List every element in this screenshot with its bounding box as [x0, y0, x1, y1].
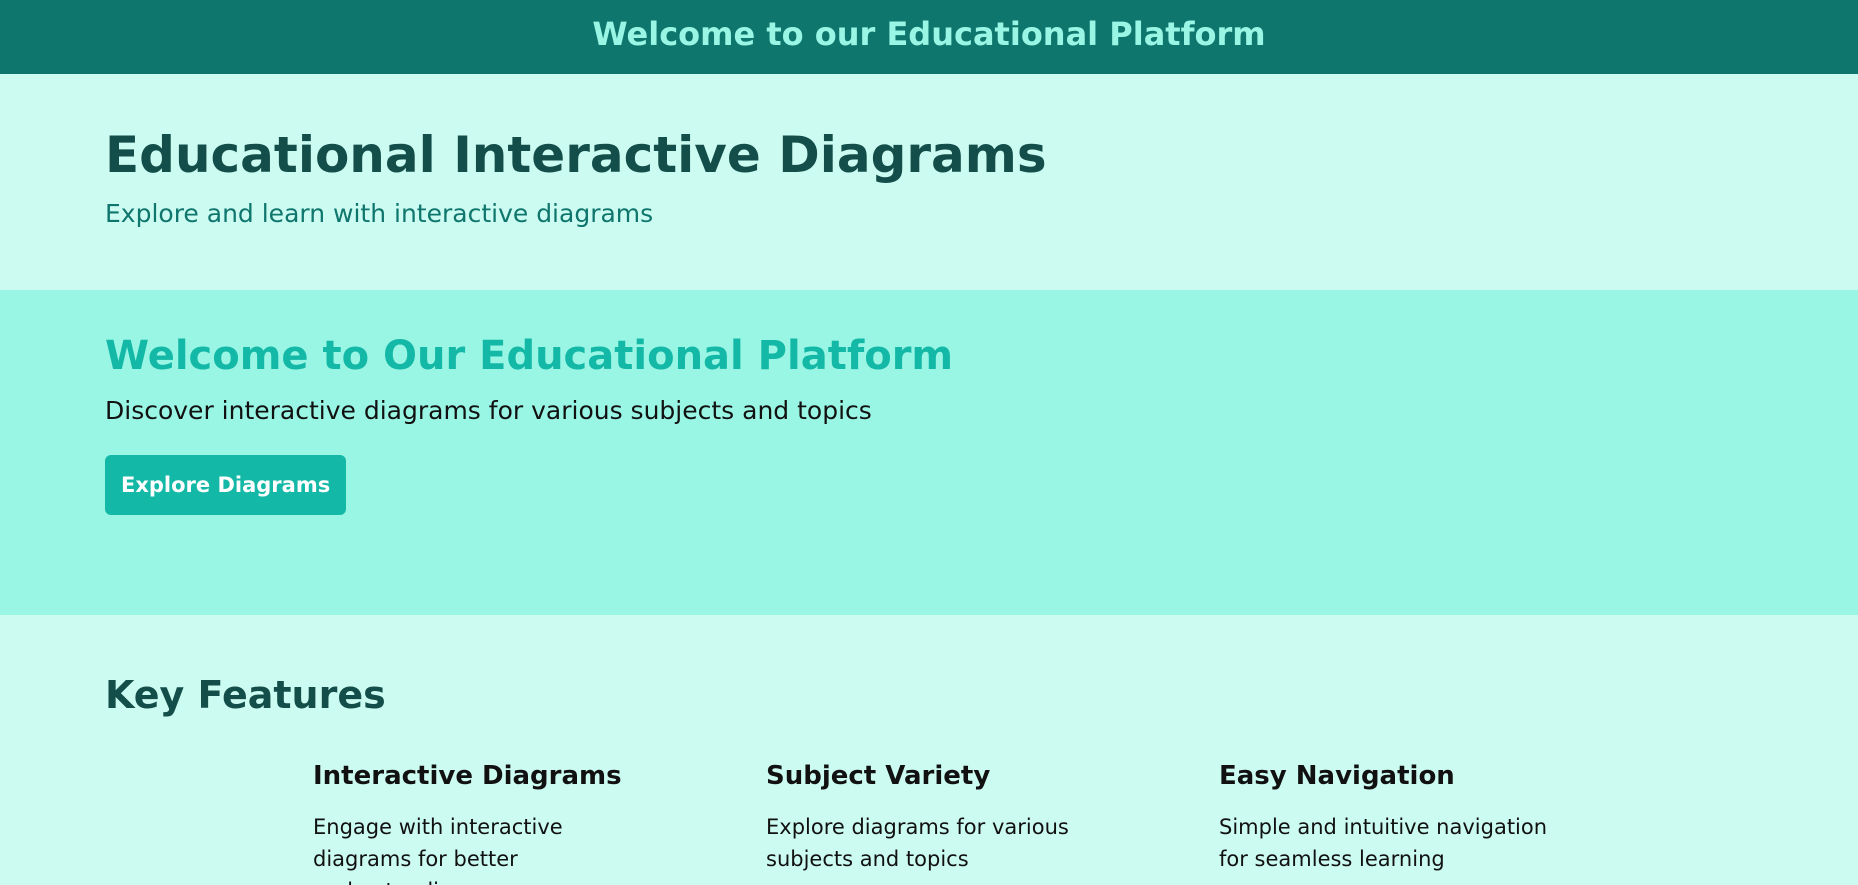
- feature-title: Easy Navigation: [1219, 761, 1455, 791]
- feature-card-subject-variety: Subject Variety Explore diagrams for var…: [766, 761, 1219, 885]
- feature-card-interactive-diagrams: Interactive Diagrams Engage with interac…: [313, 761, 766, 885]
- feature-grid: Interactive Diagrams Engage with interac…: [313, 761, 1858, 885]
- feature-title: Subject Variety: [766, 761, 991, 791]
- feature-title: Interactive Diagrams: [313, 761, 622, 791]
- hero-section: Welcome to Our Educational Platform Disc…: [0, 290, 1858, 615]
- explore-diagrams-button[interactable]: Explore Diagrams: [105, 455, 347, 515]
- feature-description: Engage with interactive diagrams for bet…: [313, 815, 563, 885]
- page-header: Educational Interactive Diagrams Explore…: [0, 74, 1858, 290]
- top-banner: Welcome to our Educational Platform: [0, 0, 1858, 74]
- page-title: Educational Interactive Diagrams: [105, 126, 1047, 184]
- features-title: Key Features: [105, 673, 386, 717]
- features-section: Key Features Interactive Diagrams Engage…: [0, 615, 1858, 885]
- feature-card-easy-navigation: Easy Navigation Simple and intuitive nav…: [1219, 761, 1672, 885]
- feature-description: Explore diagrams for various subjects an…: [766, 815, 1069, 871]
- feature-description: Simple and intuitive navigation for seam…: [1219, 815, 1548, 871]
- hero-text: Discover interactive diagrams for variou…: [105, 396, 872, 425]
- page-subtitle: Explore and learn with interactive diagr…: [105, 199, 654, 228]
- banner-title: Welcome to our Educational Platform: [592, 15, 1266, 53]
- hero-title: Welcome to Our Educational Platform: [105, 333, 954, 379]
